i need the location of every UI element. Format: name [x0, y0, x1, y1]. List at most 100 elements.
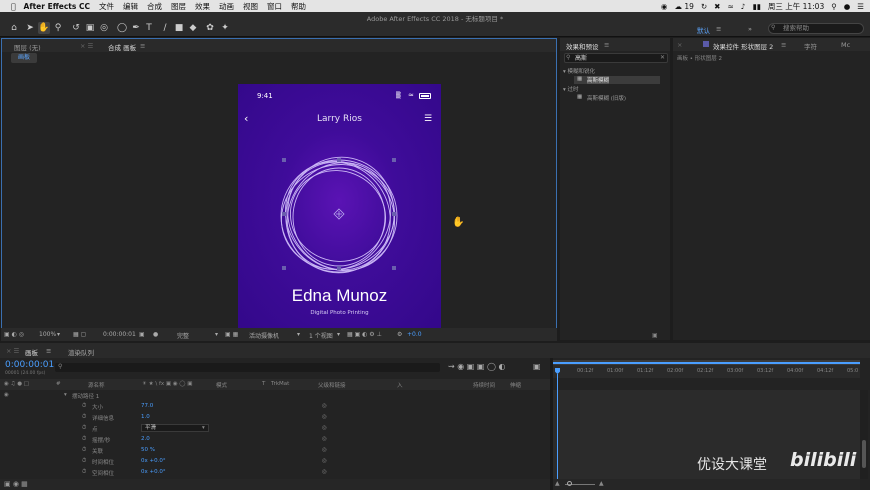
volume-icon[interactable]: ♪ — [741, 2, 746, 11]
panel-close-icon[interactable]: × — [677, 41, 682, 49]
property-value[interactable]: 0x +0.0° — [141, 458, 166, 464]
region-icon[interactable]: ▣ ▦ — [225, 331, 238, 338]
apple-icon[interactable]:  — [11, 2, 16, 11]
workspace-menu-icon[interactable]: ≡ — [716, 25, 721, 33]
battery-icon[interactable]: ▮▮ — [753, 2, 761, 11]
tab-render-queue[interactable]: 渲染队列 — [68, 347, 94, 357]
timeline-group-row[interactable]: ◉ ▾ 摆动路径 1 — [0, 390, 550, 401]
notification-badge[interactable]: ☁ 19 — [674, 2, 693, 11]
timeline-property-row[interactable]: ⏱ 摇摆/秒 2.0 ◎ — [0, 434, 550, 445]
pickwhip-icon[interactable]: ◎ — [322, 469, 327, 475]
resolution-dropdown[interactable]: 完整 — [177, 331, 189, 340]
new-folder-icon[interactable]: ▣ — [652, 332, 658, 339]
menu-file[interactable]: 文件 — [99, 1, 114, 12]
menu-effect[interactable]: 效果 — [195, 1, 210, 12]
group-expand-icon[interactable]: ▾ — [64, 392, 67, 398]
timeline-property-row[interactable]: ⏱ 点 平滑 ▾ ◎ — [0, 423, 550, 434]
hand-tool-icon[interactable]: ✋ — [38, 22, 50, 34]
pickwhip-icon[interactable]: ◎ — [322, 403, 327, 409]
tab-menu-icon[interactable]: ≡ — [140, 42, 145, 50]
timeline-property-row[interactable]: ⏱ 空间相位 0x +0.0° ◎ — [0, 467, 550, 478]
property-value[interactable]: 2.0 — [141, 436, 150, 442]
pan-behind-tool-icon[interactable]: ◎ — [98, 22, 110, 34]
tab-effects-presets[interactable]: 效果和预设 — [566, 41, 599, 51]
timeline-close-icon[interactable]: × ☰ — [6, 347, 19, 355]
col-source-name[interactable]: 源名称 — [88, 381, 105, 389]
camera-tool-icon[interactable]: ▣ — [84, 22, 96, 34]
tab-character[interactable]: 字符 — [804, 41, 817, 51]
workspace-default[interactable]: 默认 — [697, 25, 710, 35]
timeline-property-row[interactable]: ⏱ 时间相位 0x +0.0° ◎ — [0, 456, 550, 467]
exposure-icon[interactable]: ⚙ — [397, 331, 402, 338]
scrollbar-thumb[interactable] — [862, 440, 866, 468]
control-center-icon[interactable]: ☰ — [857, 2, 864, 11]
close-status-icon[interactable]: ✖ — [714, 2, 720, 11]
wiggle-circle-graphic[interactable] — [278, 156, 402, 276]
ellipse-tool-icon[interactable]: ◯ — [116, 22, 128, 34]
color-channel-icon[interactable]: ● — [153, 331, 158, 338]
stopwatch-icon[interactable]: ⏱ — [82, 414, 86, 421]
property-value[interactable]: 0x +0.0° — [141, 469, 166, 475]
exposure-value[interactable]: +0.0 — [407, 331, 422, 338]
effect-controls-menu-icon[interactable]: ≡ — [781, 41, 786, 49]
home-icon[interactable]: ⌂ — [8, 22, 20, 34]
pen-tool-icon[interactable]: ✒ — [130, 22, 142, 34]
property-value[interactable]: 77.0 — [141, 403, 153, 409]
resolution-chevron-icon[interactable]: ▾ — [215, 331, 218, 338]
pickwhip-icon[interactable]: ◎ — [322, 414, 327, 420]
panel-lock-icon[interactable]: × ☰ — [80, 42, 93, 50]
phone-artboard[interactable]: 9:41 ▒ ≈ ‹ Larry Rios ☰ Edna Munoz Digit… — [238, 84, 441, 328]
visibility-eye-icon[interactable]: ◉ — [4, 392, 9, 398]
stopwatch-icon[interactable]: ⏱ — [82, 425, 86, 432]
camera-dropdown[interactable]: 活动摄像机 — [249, 331, 279, 340]
menu-view[interactable]: 视图 — [243, 1, 258, 12]
zoom-in-icon[interactable]: ▲ — [599, 480, 604, 487]
playhead-line[interactable] — [557, 374, 558, 479]
clear-search-icon[interactable]: ✕ — [660, 54, 665, 61]
selection-tool-icon[interactable]: ➤ — [24, 22, 36, 34]
timeline-property-row[interactable]: ⏱ 详细信息 1.0 ◎ — [0, 412, 550, 423]
tab-layer[interactable]: 图层 (无) — [14, 42, 41, 52]
hamburger-icon[interactable]: ☰ — [424, 114, 432, 124]
rotate-tool-icon[interactable]: ↺ — [70, 22, 82, 34]
status-icon[interactable]: ◉ — [661, 2, 668, 11]
brush-tool-icon[interactable]: ∕ — [159, 22, 171, 34]
wifi-icon[interactable]: ≈ — [727, 2, 733, 11]
tab-timeline-artboard[interactable]: 画板 — [25, 347, 38, 357]
workspace-more[interactable]: » — [748, 25, 752, 33]
effect-category-blur[interactable]: ▾ 模糊和锐化 — [563, 67, 595, 75]
graph-editor-icon[interactable]: ▣ — [533, 362, 541, 371]
timeline-scrollbar[interactable] — [860, 390, 868, 479]
pickwhip-icon[interactable]: ◎ — [322, 425, 327, 431]
camera-chevron-icon[interactable]: ▾ — [297, 331, 300, 338]
timeline-search-input[interactable]: ⚲ — [55, 363, 440, 372]
work-area-range[interactable] — [553, 362, 860, 364]
spotlight-icon[interactable]: ⚲ — [831, 2, 837, 11]
snapshot-icon[interactable]: ▣ ◐ ◎ — [4, 331, 24, 338]
zoom-chevron-icon[interactable]: ▾ — [57, 331, 60, 338]
pickwhip-icon[interactable]: ◎ — [322, 458, 327, 464]
zoom-out-icon[interactable]: ▲ — [555, 480, 560, 487]
effects-search-input[interactable]: 高斯 — [564, 53, 668, 63]
stopwatch-icon[interactable]: ⏱ — [82, 447, 86, 454]
timeline-footer-icons[interactable]: ▣ ◉ ▦ — [4, 480, 28, 488]
menu-help[interactable]: 帮助 — [291, 1, 306, 12]
viewer-timecode[interactable]: 0:00:00:01 — [103, 331, 136, 338]
app-name-menu[interactable]: After Effects CC — [24, 2, 90, 11]
menu-animation[interactable]: 动画 — [219, 1, 234, 12]
search-help-input[interactable]: 搜索帮助 — [768, 23, 864, 34]
timeline-ruler[interactable]: 00:12f 01:00f 01:12f 02:00f 02:12f 03:00… — [553, 360, 860, 378]
puppet-tool-icon[interactable]: ✦ — [219, 22, 231, 34]
grid-icon[interactable]: ▦ ▢ — [73, 331, 86, 338]
views-dropdown[interactable]: 1 个视图 — [309, 331, 333, 340]
timeline-zoom-handle[interactable] — [567, 481, 572, 486]
property-value[interactable]: 1.0 — [141, 414, 150, 420]
pickwhip-icon[interactable]: ◎ — [322, 447, 327, 453]
timeline-switch-icons[interactable]: ⇝ ◉ ▣ ▣ ◯ ◐ — [448, 362, 505, 371]
effect-gaussian-blur[interactable]: ▦ 高斯模糊 — [574, 76, 660, 84]
stopwatch-icon[interactable]: ⏱ — [82, 458, 86, 465]
eraser-tool-icon[interactable]: ◆ — [187, 22, 199, 34]
timeline-property-row[interactable]: ⏱ 大小 77.0 ◎ — [0, 401, 550, 412]
timeline-property-row[interactable]: ⏱ 关联 50 % ◎ — [0, 445, 550, 456]
tab-composition[interactable]: 合成 画板 — [108, 42, 136, 52]
